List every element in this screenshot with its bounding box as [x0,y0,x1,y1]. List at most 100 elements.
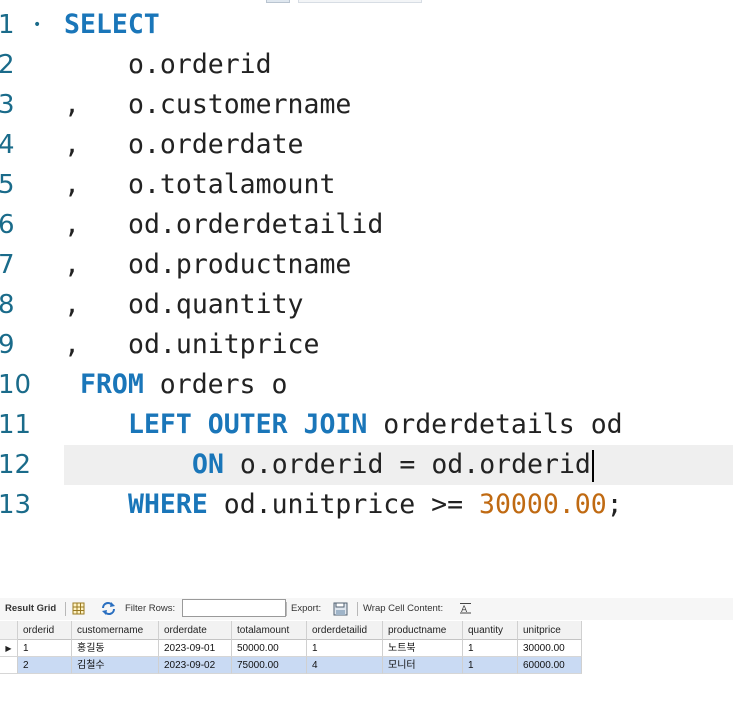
code-text: LEFT OUTER JOIN orderdetails od [128,405,623,445]
toolbar-separator [65,602,66,616]
line-number: 10 [0,370,32,400]
table-cell-customername[interactable]: 김철수 [72,657,159,674]
code-text: od.productname [128,245,351,285]
current-row-arrow-icon[interactable]: ▶ [0,640,18,657]
keyword-token: FROM [80,369,144,400]
table-cell-orderid[interactable]: 2 [18,657,72,674]
wrap-cell-label: Wrap Cell Content: [363,603,444,614]
code-line-4[interactable]: 4, o.orderdate [0,125,733,165]
row-indicator[interactable] [0,657,18,674]
code-line-13[interactable]: 13 WHERE od.unitprice >= 30000.00; [0,485,733,525]
keyword-token: SELECT [64,9,160,40]
identifier-token: od.productname [128,249,352,280]
keyword-token: ON [192,449,224,480]
identifier-token: od.unitprice >= [207,489,480,520]
code-text: ON o.orderid = od.orderid [192,445,594,485]
column-header-orderid[interactable]: orderid [18,621,72,640]
code-line-9[interactable]: 9, od.unitprice [0,325,733,365]
table-cell-productname[interactable]: 노트북 [383,640,463,657]
table-cell-orderid[interactable]: 1 [18,640,72,657]
column-header-productname[interactable]: productname [383,621,463,640]
code-line-1[interactable]: 1 • SELECT [0,5,733,45]
comma-token: , [64,289,80,320]
column-header-orderdetailid[interactable]: orderdetailid [307,621,383,640]
identifier-token: od.unitprice [128,329,320,360]
code-text: od.orderdetailid [128,205,383,245]
text-caret [591,449,594,482]
sql-editor[interactable]: 1 • SELECT 2 o.orderid 3, o.customername 4, o.or… [0,0,733,540]
editor-top-tab [266,0,290,3]
table-cell-totalamount[interactable]: 75000.00 [232,657,307,674]
table-cell-orderdate[interactable]: 2023-09-01 [159,640,232,657]
column-header-totalamount[interactable]: totalamount [232,621,307,640]
line-number: 4 [0,130,15,160]
code-text: o.orderid [128,45,272,85]
comma-token: , [64,209,80,240]
line-number: 6 [0,210,15,240]
table-cell-orderdetailid[interactable]: 1 [307,640,383,657]
wrap-icon[interactable]: A [459,602,472,615]
refresh-icon[interactable] [101,602,115,615]
code-line-5[interactable]: 5, o.totalamount [0,165,733,205]
keyword-token: LEFT OUTER JOIN [128,409,368,440]
table-cell-productname[interactable]: 모니터 [383,657,463,674]
line-number: 5 [0,170,15,200]
table-cell-orderdate[interactable]: 2023-09-02 [159,657,232,674]
grid-icon[interactable] [72,602,85,615]
column-header-customername[interactable]: customername [72,621,159,640]
export-icon[interactable] [333,602,348,616]
comma-token: , [64,249,80,280]
column-header-unitprice[interactable]: unitprice [518,621,582,640]
identifier-token: o.orderid = od.orderid [223,449,591,480]
line-number: 2 [0,50,15,80]
comma-token: , [64,329,80,360]
code-line-2[interactable]: 2 o.orderid [0,45,733,85]
code-line-10[interactable]: 10 FROM orders o [0,365,733,405]
code-text: o.orderdate [128,125,304,165]
code-line-3[interactable]: 3, o.customername [0,85,733,125]
comma-token: , [64,89,80,120]
identifier-token: o.totalamount [128,169,336,200]
code-text: od.quantity [128,285,304,325]
identifier-token: ; [606,489,623,520]
code-text: o.customername [128,85,351,125]
toolbar-separator [286,602,287,616]
identifier-token: od.orderdetailid [128,209,384,240]
table-cell-quantity[interactable]: 1 [463,657,518,674]
number-token: 30000.00 [479,489,607,520]
identifier-token: o.orderid [128,49,272,80]
comma-token: , [64,129,80,160]
identifier-token: orderdetails od [367,409,623,440]
filter-rows-input[interactable] [182,599,286,617]
result-toolbar: Result Grid Filter Rows: Export: Wrap Ce… [0,598,733,620]
column-header-orderdate[interactable]: orderdate [159,621,232,640]
keyword-token: WHERE [128,489,208,520]
identifier-token: od.quantity [128,289,304,320]
code-line-8[interactable]: 8, od.quantity [0,285,733,325]
table-cell-totalamount[interactable]: 50000.00 [232,640,307,657]
line-number: 13 [0,490,32,520]
table-cell-orderdetailid[interactable]: 4 [307,657,383,674]
table-cell-customername[interactable]: 홍길동 [72,640,159,657]
code-line-6[interactable]: 6, od.orderdetailid [0,205,733,245]
result-grid-tab[interactable]: Result Grid [5,598,56,620]
code-line-11[interactable]: 11 LEFT OUTER JOIN orderdetails od [0,405,733,445]
table-cell-unitprice[interactable]: 30000.00 [518,640,582,657]
line-number: 3 [0,90,15,120]
identifier-token: o.customername [128,89,352,120]
column-header-quantity[interactable]: quantity [463,621,518,640]
line-number: 12 [0,450,32,480]
code-text: WHERE od.unitprice >= 30000.00; [128,485,623,525]
table-cell-unitprice[interactable]: 60000.00 [518,657,582,674]
export-label: Export: [291,603,322,614]
fold-marker-icon[interactable]: • [33,18,41,32]
line-number: 11 [0,410,32,440]
code-line-7[interactable]: 7, od.productname [0,245,733,285]
code-line-12[interactable]: 12 ON o.orderid = od.orderid [0,445,733,485]
comma-token: , [64,169,80,200]
line-number: 9 [0,330,15,360]
identifier-token: o.orderdate [128,129,304,160]
line-number: 7 [0,250,15,280]
line-number: 8 [0,290,15,320]
table-cell-quantity[interactable]: 1 [463,640,518,657]
